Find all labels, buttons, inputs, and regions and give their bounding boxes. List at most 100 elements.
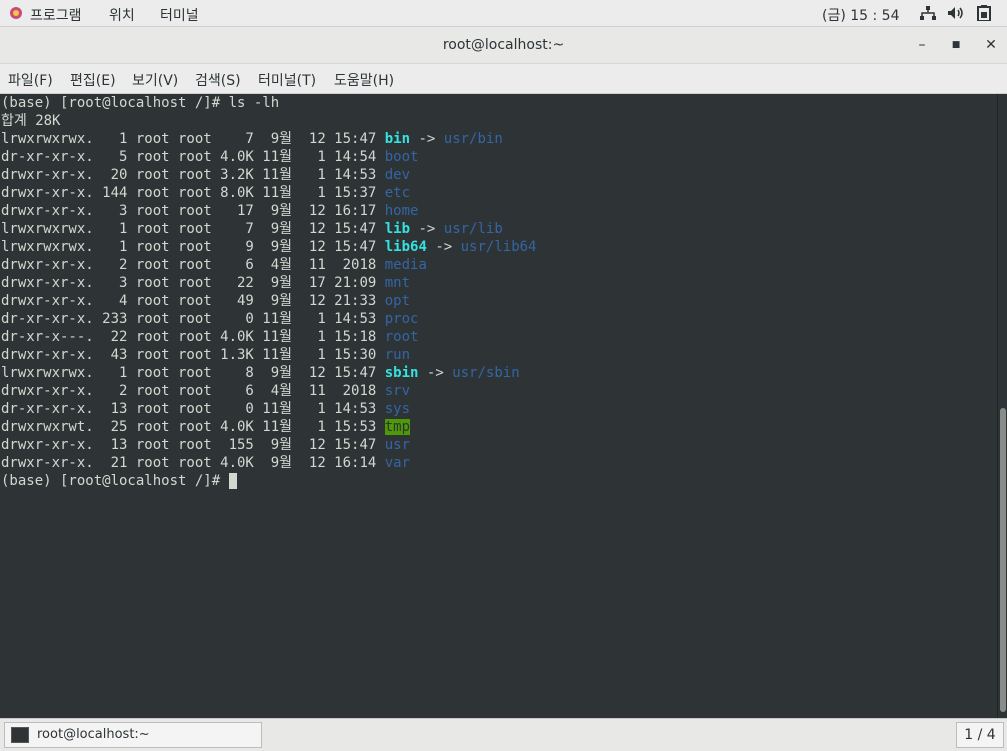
symlink-target: usr/lib <box>443 221 503 237</box>
entry-meta: drwxr-xr-x. 20 root root 3.2K 11월 1 14:5… <box>1 167 385 183</box>
listing-row: drwxr-xr-x. 2 root root 6 4월 11 2018 srv <box>1 382 410 400</box>
symlink-target: usr/lib64 <box>460 239 537 255</box>
command: ls -lh <box>228 95 280 111</box>
places-menu[interactable]: 위치 <box>109 5 135 25</box>
terminal-output[interactable]: (base) [root@localhost /]# ls -lh 합계 28K… <box>0 94 997 718</box>
symlink-arrow: -> <box>410 221 444 237</box>
maximize-button[interactable]: ■ <box>946 35 966 55</box>
entry-meta: drwxrwxrwt. 25 root root 4.0K 11월 1 15:5… <box>1 419 385 435</box>
total-line: 합계 28K <box>1 113 61 129</box>
entry-name: home <box>384 203 419 219</box>
bottom-panel: root@localhost:~ 1 / 4 <box>0 718 1007 751</box>
listing-row: drwxr-xr-x. 144 root root 8.0K 11월 1 15:… <box>1 184 410 202</box>
minimize-button[interactable]: – <box>912 35 932 55</box>
menu-search[interactable]: 검색(S) <box>195 70 241 90</box>
listing-row: drwxr-xr-x. 20 root root 3.2K 11월 1 14:5… <box>1 166 410 184</box>
listing-row: drwxr-xr-x. 13 root root 155 9월 12 15:47… <box>1 436 410 454</box>
entry-meta: lrwxrwxrwx. 1 root root 7 9월 12 15:47 <box>1 131 385 147</box>
text-cursor <box>228 473 237 489</box>
entry-meta: lrwxrwxrwx. 1 root root 7 9월 12 15:47 <box>1 221 385 237</box>
entry-meta: dr-xr-xr-x. 13 root root 0 11월 1 14:53 <box>1 401 385 417</box>
listing-row: lrwxrwxrwx. 1 root root 9 9월 12 15:47 li… <box>1 238 536 256</box>
scrollbar-thumb[interactable] <box>1000 408 1006 712</box>
menu-edit[interactable]: 편집(E) <box>70 70 116 90</box>
symlink-arrow: -> <box>426 239 461 255</box>
entry-name: tmp <box>384 419 411 435</box>
entry-name: media <box>384 257 427 273</box>
listing-row: dr-xr-xr-x. 233 root root 0 11월 1 14:53 … <box>1 310 418 328</box>
terminal-icon <box>11 727 29 743</box>
entry-name: lib64 <box>384 239 427 255</box>
menu-file[interactable]: 파일(F) <box>8 70 53 90</box>
symlink-target: usr/sbin <box>452 365 520 381</box>
taskbar-window-button[interactable]: root@localhost:~ <box>4 722 262 748</box>
listing-row: lrwxrwxrwx. 1 root root 7 9월 12 15:47 li… <box>1 220 503 238</box>
volume-icon[interactable] <box>947 6 965 24</box>
entry-meta: drwxr-xr-x. 13 root root 155 9월 12 15:47 <box>1 437 385 453</box>
listing-row: drwxr-xr-x. 43 root root 1.3K 11월 1 15:3… <box>1 346 410 364</box>
taskbar-window-label: root@localhost:~ <box>37 727 150 742</box>
entry-name: var <box>384 455 411 471</box>
listing-row: dr-xr-xr-x. 5 root root 4.0K 11월 1 14:54… <box>1 148 418 166</box>
symlink-arrow: -> <box>410 131 444 147</box>
entry-name: proc <box>384 311 419 327</box>
listing-row: drwxr-xr-x. 2 root root 6 4월 11 2018 med… <box>1 256 427 274</box>
listing-row: drwxr-xr-x. 21 root root 4.0K 9월 12 16:1… <box>1 454 410 472</box>
entry-meta: dr-xr-x---. 22 root root 4.0K 11월 1 15:1… <box>1 329 385 345</box>
prompt: (base) [root@localhost /]# <box>1 473 229 489</box>
battery-icon[interactable] <box>977 5 991 25</box>
entry-name: lib <box>384 221 411 237</box>
entry-name: usr <box>384 437 411 453</box>
entry-meta: lrwxrwxrwx. 1 root root 8 9월 12 15:47 <box>1 365 385 381</box>
network-icon[interactable] <box>920 6 936 24</box>
symlink-arrow: -> <box>418 365 453 381</box>
listing-row: dr-xr-xr-x. 13 root root 0 11월 1 14:53 s… <box>1 400 410 418</box>
entry-name: opt <box>384 293 411 309</box>
entry-meta: drwxr-xr-x. 3 root root 22 9월 17 21:09 <box>1 275 385 291</box>
entry-meta: drwxr-xr-x. 2 root root 6 4월 11 2018 <box>1 257 385 273</box>
window-titlebar[interactable]: root@localhost:~ – ■ ✕ <box>0 27 1007 64</box>
entry-name: sbin <box>384 365 419 381</box>
applications-menu[interactable]: 프로그램 <box>30 5 82 25</box>
workspace-switcher[interactable]: 1 / 4 <box>956 722 1004 748</box>
listing-row: drwxrwxrwt. 25 root root 4.0K 11월 1 15:5… <box>1 418 411 436</box>
entry-name: bin <box>384 131 411 147</box>
current-prompt-line[interactable]: (base) [root@localhost /]# <box>1 472 237 490</box>
listing-row: drwxr-xr-x. 3 root root 22 9월 17 21:09 m… <box>1 274 410 292</box>
entry-name: run <box>384 347 411 363</box>
listing-row: lrwxrwxrwx. 1 root root 7 9월 12 15:47 bi… <box>1 130 503 148</box>
listing-row: lrwxrwxrwx. 1 root root 8 9월 12 15:47 sb… <box>1 364 520 382</box>
listing-row: dr-xr-x---. 22 root root 4.0K 11월 1 15:1… <box>1 328 418 346</box>
terminal-app-menu[interactable]: 터미널 <box>160 5 199 25</box>
entry-meta: drwxr-xr-x. 3 root root 17 9월 12 16:17 <box>1 203 385 219</box>
listing-row: drwxr-xr-x. 4 root root 49 9월 12 21:33 o… <box>1 292 410 310</box>
symlink-target: usr/bin <box>443 131 503 147</box>
entry-name: mnt <box>384 275 411 291</box>
top-panel: 프로그램 위치 터미널 (금) 15 : 54 <box>0 0 1007 27</box>
entry-name: dev <box>384 167 411 183</box>
menu-help[interactable]: 도움말(H) <box>334 70 394 90</box>
command-line: (base) [root@localhost /]# ls -lh <box>1 94 279 112</box>
close-button[interactable]: ✕ <box>981 35 1001 55</box>
prompt: (base) [root@localhost /]# <box>1 95 229 111</box>
entry-meta: drwxr-xr-x. 43 root root 1.3K 11월 1 15:3… <box>1 347 385 363</box>
menu-terminal[interactable]: 터미널(T) <box>258 70 316 90</box>
terminal-scrollbar[interactable] <box>997 94 1007 718</box>
entry-meta: drwxr-xr-x. 2 root root 6 4월 11 2018 <box>1 383 385 399</box>
entry-meta: dr-xr-xr-x. 233 root root 0 11월 1 14:53 <box>1 311 385 327</box>
entry-meta: drwxr-xr-x. 21 root root 4.0K 9월 12 16:1… <box>1 455 385 471</box>
entry-name: etc <box>384 185 411 201</box>
entry-meta: drwxr-xr-x. 4 root root 49 9월 12 21:33 <box>1 293 385 309</box>
activities-icon[interactable] <box>8 5 24 25</box>
entry-name: root <box>384 329 419 345</box>
entry-name: srv <box>384 383 411 399</box>
clock[interactable]: (금) 15 : 54 <box>822 5 900 25</box>
entry-meta: drwxr-xr-x. 144 root root 8.0K 11월 1 15:… <box>1 185 385 201</box>
entry-meta: lrwxrwxrwx. 1 root root 9 9월 12 15:47 <box>1 239 385 255</box>
entry-name: boot <box>384 149 419 165</box>
window-title: root@localhost:~ <box>442 37 565 53</box>
menu-view[interactable]: 보기(V) <box>132 70 178 90</box>
menu-bar: 파일(F) 편집(E) 보기(V) 검색(S) 터미널(T) 도움말(H) <box>0 64 1007 94</box>
entry-meta: dr-xr-xr-x. 5 root root 4.0K 11월 1 14:54 <box>1 149 385 165</box>
listing-row: drwxr-xr-x. 3 root root 17 9월 12 16:17 h… <box>1 202 418 220</box>
